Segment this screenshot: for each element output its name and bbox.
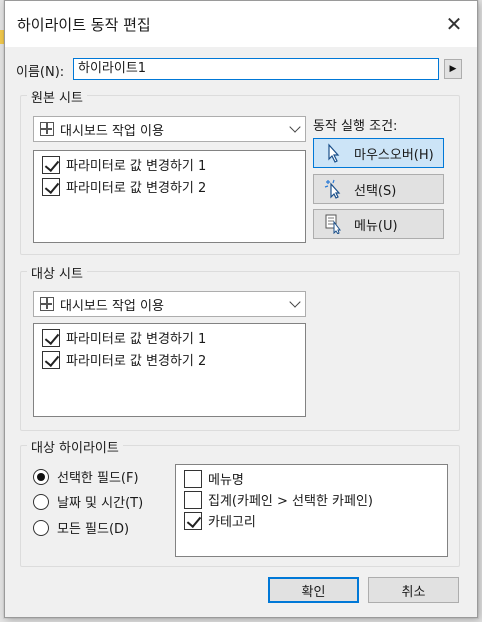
list-item[interactable]: 파라미터로 값 변경하기 1: [42, 155, 206, 174]
target-sheets-dropdown[interactable]: 대시보드 작업 이용: [33, 291, 306, 317]
checkbox[interactable]: [42, 350, 60, 369]
list-item[interactable]: 파라미터로 값 변경하기 2: [42, 177, 206, 196]
pointer-hover-icon: [324, 143, 346, 163]
close-icon: ✕: [445, 12, 463, 36]
radio-dates-and-times[interactable]: 날짜 및 시간(T): [33, 492, 143, 511]
radio-label: 모든 필드(D): [57, 522, 130, 537]
radio-button[interactable]: [33, 468, 49, 485]
dashboard-grid-icon: [40, 297, 54, 311]
list-item[interactable]: 집계(카페인 > 선택한 카페인): [184, 490, 373, 509]
chevron-down-icon: [289, 296, 301, 308]
radio-selected-fields[interactable]: 선택한 필드(F): [33, 467, 139, 486]
checkbox[interactable]: [42, 328, 60, 347]
source-dropdown-value: 대시보드 작업 이용: [60, 123, 164, 139]
select-option-button[interactable]: 선택(S): [313, 174, 444, 204]
menu-option-button[interactable]: 메뉴(U): [313, 209, 444, 239]
name-input[interactable]: 하이라이트1: [73, 58, 439, 80]
radio-button[interactable]: [33, 493, 49, 510]
list-item[interactable]: 파라미터로 값 변경하기 2: [42, 350, 206, 369]
target-highlighting-title: 대상 하이라이트: [27, 437, 123, 456]
list-item[interactable]: 카테고리: [184, 511, 256, 530]
target-sheets-list: 파라미터로 값 변경하기 1 파라미터로 값 변경하기 2: [33, 323, 306, 417]
ok-button-label: 확인: [301, 584, 326, 600]
run-action-on-label: 동작 실행 조건:: [313, 119, 398, 134]
source-sheets-title: 원본 시트: [27, 87, 87, 106]
dashboard-grid-icon: [40, 122, 54, 136]
cancel-button[interactable]: 취소: [368, 577, 459, 603]
ok-button[interactable]: 확인: [268, 577, 359, 603]
checkbox[interactable]: [184, 511, 202, 530]
list-item-label: 카테고리: [208, 515, 256, 530]
list-item[interactable]: 파라미터로 값 변경하기 1: [42, 328, 206, 347]
play-arrow-icon: ▶: [449, 64, 457, 74]
hover-option-button[interactable]: 마우스오버(H): [313, 138, 444, 168]
close-button[interactable]: ✕: [431, 1, 477, 47]
cancel-button-label: 취소: [401, 584, 426, 600]
list-item-label: 파라미터로 값 변경하기 1: [66, 159, 207, 174]
title-bar: 하이라이트 동작 편집 ✕: [5, 1, 477, 47]
list-item-label: 파라미터로 값 변경하기 2: [66, 181, 207, 196]
highlight-action-dialog: 하이라이트 동작 편집 ✕ 이름(N): 하이라이트1 ▶ 원본 시트 대시보드…: [4, 0, 478, 618]
chevron-down-icon: [289, 121, 301, 133]
select-option-label: 선택(S): [354, 183, 397, 199]
list-item-label: 파라미터로 값 변경하기 2: [66, 354, 207, 369]
insert-field-button[interactable]: ▶: [444, 59, 462, 79]
target-sheets-title: 대상 시트: [27, 263, 87, 282]
target-dropdown-value: 대시보드 작업 이용: [60, 298, 164, 314]
radio-label: 선택한 필드(F): [57, 471, 139, 486]
source-sheets-dropdown[interactable]: 대시보드 작업 이용: [33, 116, 306, 142]
checkbox[interactable]: [184, 469, 202, 488]
radio-all-fields[interactable]: 모든 필드(D): [33, 518, 129, 537]
name-label: 이름(N):: [16, 65, 65, 80]
source-sheets-list: 파라미터로 값 변경하기 1 파라미터로 값 변경하기 2: [33, 150, 306, 243]
checkbox[interactable]: [42, 155, 60, 174]
list-item-label: 메뉴명: [208, 473, 244, 488]
menu-pointer-icon: [324, 214, 346, 235]
dialog-title: 하이라이트 동작 편집: [17, 16, 151, 34]
radio-button[interactable]: [33, 519, 49, 536]
menu-option-label: 메뉴(U): [354, 218, 398, 234]
list-item-label: 집계(카페인 > 선택한 카페인): [208, 494, 373, 509]
checkbox[interactable]: [42, 177, 60, 196]
list-item[interactable]: 메뉴명: [184, 469, 244, 488]
hover-option-label: 마우스오버(H): [354, 147, 434, 163]
highlight-fields-list: 메뉴명 집계(카페인 > 선택한 카페인) 카테고리: [175, 464, 448, 557]
checkbox[interactable]: [184, 490, 202, 509]
select-sparkle-icon: [324, 179, 346, 199]
radio-label: 날짜 및 시간(T): [57, 496, 144, 511]
list-item-label: 파라미터로 값 변경하기 1: [66, 332, 207, 347]
